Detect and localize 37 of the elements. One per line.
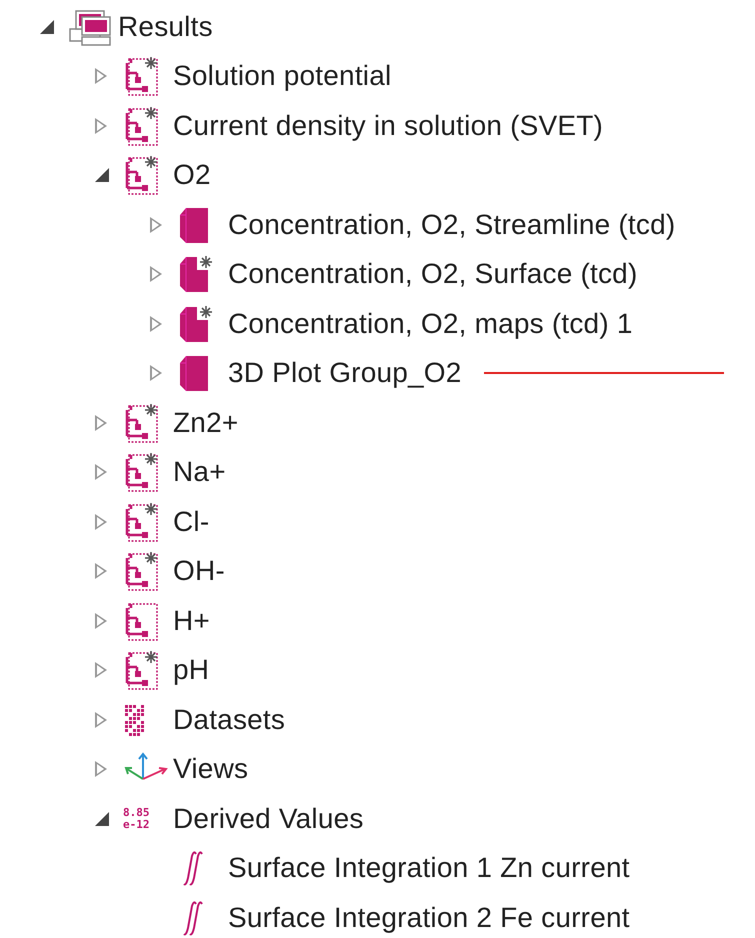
expand-arrow-icon[interactable] <box>95 464 107 480</box>
tree-item[interactable]: Results <box>118 10 213 43</box>
expand-arrow-icon[interactable] <box>150 216 162 233</box>
expand-arrow-icon[interactable] <box>150 365 162 382</box>
tree-item[interactable]: pH <box>173 654 210 686</box>
tree-item[interactable]: Current density in solution (SVET) <box>173 110 604 142</box>
tree-item[interactable]: Solution potential <box>173 60 392 92</box>
expand-arrow-icon[interactable] <box>95 68 107 84</box>
expand-arrow-icon[interactable] <box>95 612 107 629</box>
tree-item[interactable]: Na+ <box>173 456 226 488</box>
collapse-arrow-icon[interactable] <box>40 20 54 34</box>
expand-arrow-icon[interactable] <box>95 662 107 678</box>
expand-arrow-icon[interactable] <box>95 414 107 431</box>
tree-item[interactable]: 3D Plot Group_O2 <box>228 357 462 390</box>
expand-arrow-icon[interactable] <box>95 118 107 134</box>
tree-item[interactable]: Cl- <box>173 506 210 538</box>
expand-arrow-icon[interactable] <box>95 563 107 580</box>
tree-item[interactable]: Derived Values <box>173 802 364 835</box>
collapse-arrow-icon[interactable] <box>95 168 109 182</box>
tree-item[interactable]: Concentration, O2, maps (tcd) 1 <box>228 308 633 340</box>
expand-arrow-icon[interactable] <box>150 316 162 332</box>
tree-item[interactable]: Concentration, O2, Surface (tcd) <box>228 258 638 290</box>
tree-item[interactable]: Zn2+ <box>173 406 238 439</box>
tree-item[interactable]: Datasets <box>173 704 286 736</box>
tree-item[interactable]: O2 <box>173 159 211 192</box>
tree-item[interactable]: H+ <box>173 604 210 637</box>
expand-arrow-icon[interactable] <box>95 514 107 530</box>
tree-item[interactable]: Surface Integration 1 Zn current <box>228 852 630 884</box>
expand-arrow-icon[interactable] <box>150 266 162 282</box>
number-icon: 8.85 e-12 <box>123 806 150 831</box>
expand-arrow-icon[interactable] <box>95 712 107 728</box>
tree-item[interactable]: Views <box>173 753 248 786</box>
tree-item[interactable]: Concentration, O2, Streamline (tcd) <box>228 208 676 241</box>
tree-item[interactable]: Surface Integration 2 Fe current <box>228 902 630 934</box>
expand-arrow-icon[interactable] <box>95 761 107 778</box>
tree-item[interactable]: OH- <box>173 555 225 588</box>
collapse-arrow-icon[interactable] <box>95 812 109 826</box>
